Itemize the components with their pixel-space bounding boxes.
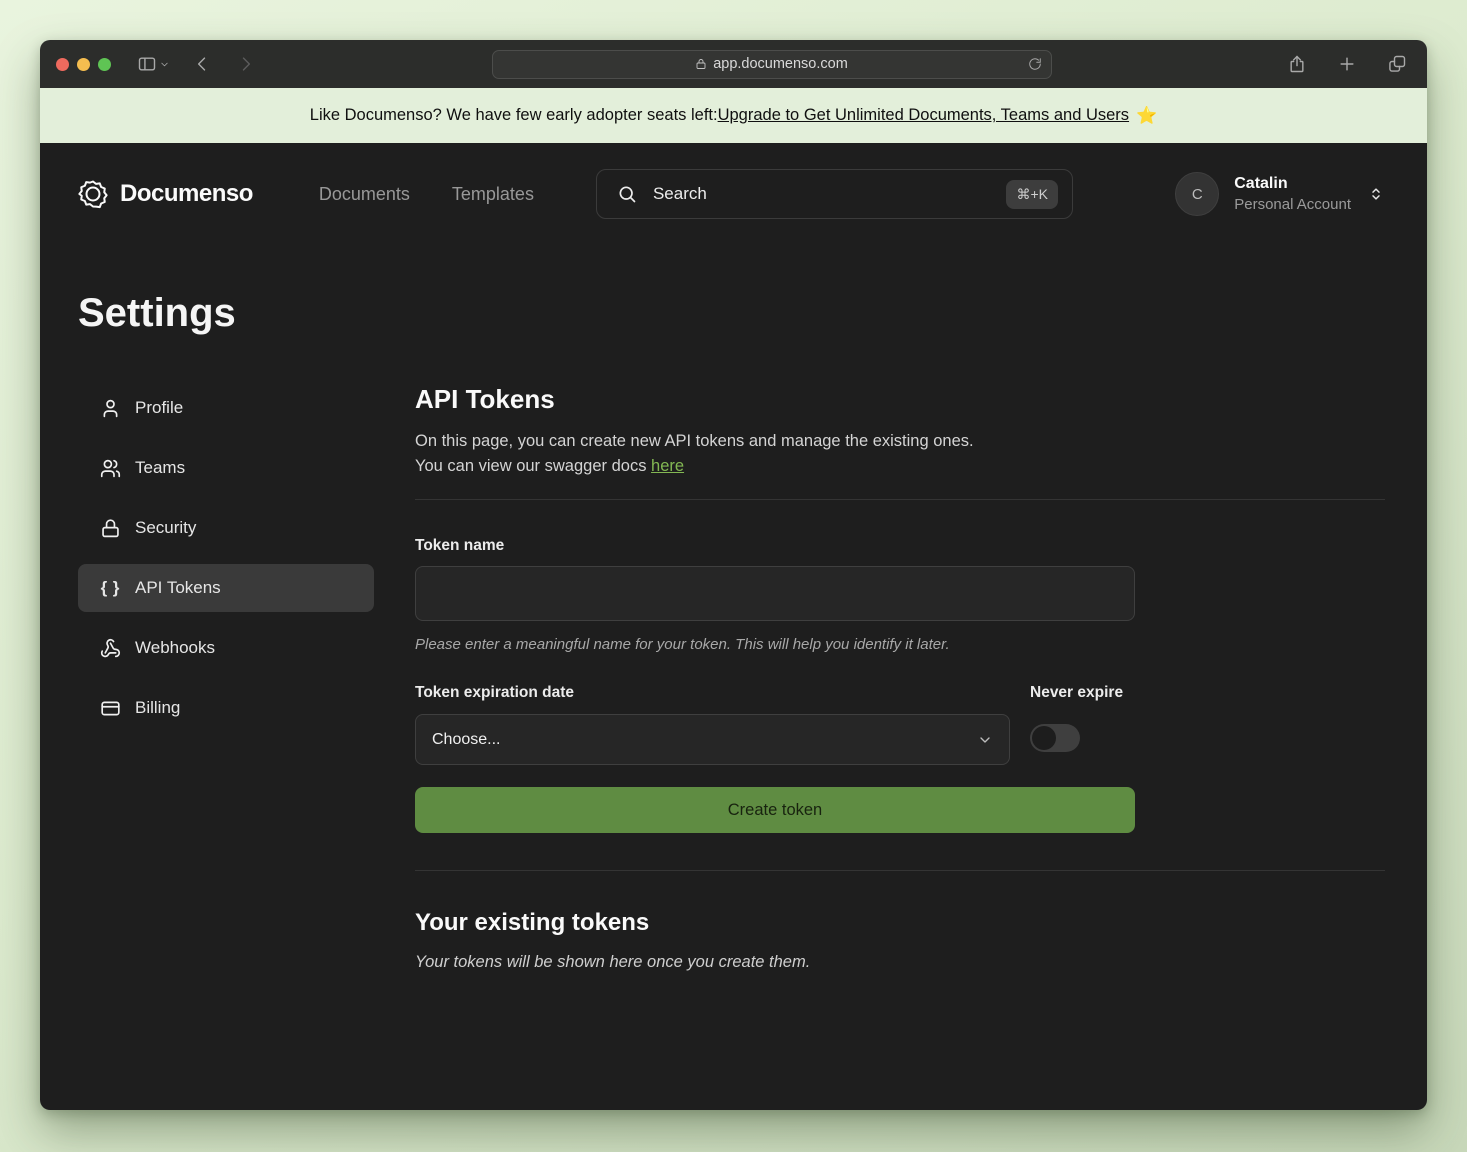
lock-icon: [100, 518, 121, 539]
chevron-down-icon: [977, 732, 993, 748]
sidebar-toggle-icon[interactable]: [133, 50, 174, 78]
token-name-helper: Please enter a meaningful name for your …: [415, 636, 1135, 653]
account-menu[interactable]: C Catalin Personal Account: [1175, 172, 1385, 216]
credit-card-icon: [100, 698, 121, 719]
search-shortcut-badge: ⌘+K: [1006, 180, 1058, 209]
existing-tokens-heading: Your existing tokens: [415, 909, 1385, 937]
token-name-label: Token name: [415, 537, 1135, 555]
tab-overview-icon[interactable]: [1383, 50, 1411, 78]
sidebar-item-label: Webhooks: [135, 638, 215, 658]
swagger-docs-link[interactable]: here: [651, 457, 684, 475]
never-expire-toggle[interactable]: [1030, 724, 1080, 752]
divider: [415, 499, 1385, 500]
search-icon: [617, 184, 637, 204]
webhook-icon: [100, 638, 121, 659]
expiration-select[interactable]: Choose...: [415, 714, 1010, 765]
settings-sidebar: Profile Teams Security { } API Tokens We…: [78, 384, 374, 972]
brand[interactable]: Documenso: [78, 179, 253, 209]
share-icon[interactable]: [1283, 50, 1311, 78]
create-token-button[interactable]: Create token: [415, 787, 1135, 833]
api-tokens-panel: API Tokens On this page, you can create …: [415, 384, 1385, 972]
token-name-input[interactable]: [415, 566, 1135, 621]
browser-toolbar: app.documenso.com: [40, 40, 1427, 88]
new-tab-icon[interactable]: [1333, 50, 1361, 78]
nav-documents[interactable]: Documents: [319, 184, 410, 205]
expiration-selected-value: Choose...: [432, 731, 500, 749]
sidebar-item-label: Billing: [135, 698, 180, 718]
lock-icon: [695, 58, 707, 70]
sidebar-item-billing[interactable]: Billing: [78, 684, 374, 732]
sidebar-item-api-tokens[interactable]: { } API Tokens: [78, 564, 374, 612]
account-name: Catalin: [1234, 174, 1351, 195]
user-icon: [100, 398, 121, 419]
traffic-lights: [56, 58, 111, 71]
promo-banner: Like Documenso? We have few early adopte…: [40, 88, 1427, 143]
sidebar-item-label: Teams: [135, 458, 185, 478]
main-nav: Documents Templates: [319, 184, 534, 205]
never-expire-label: Never expire: [1030, 684, 1135, 702]
close-window-button[interactable]: [56, 58, 69, 71]
panel-heading: API Tokens: [415, 384, 1385, 415]
nav-templates[interactable]: Templates: [452, 184, 534, 205]
banner-text: Like Documenso? We have few early adopte…: [310, 106, 718, 125]
chevrons-up-down-icon: [1367, 185, 1385, 203]
sidebar-item-label: API Tokens: [135, 578, 221, 598]
sidebar-item-teams[interactable]: Teams: [78, 444, 374, 492]
users-icon: [100, 458, 121, 479]
sidebar-item-webhooks[interactable]: Webhooks: [78, 624, 374, 672]
sidebar-item-label: Security: [135, 518, 196, 538]
url-text: app.documenso.com: [713, 56, 848, 72]
page-title: Settings: [78, 291, 1385, 336]
existing-tokens-empty-text: Your tokens will be shown here once you …: [415, 953, 1385, 972]
refresh-icon[interactable]: [1028, 57, 1042, 71]
expiration-label: Token expiration date: [415, 684, 1010, 702]
braces-icon: { }: [100, 578, 121, 598]
description-line2: You can view our swagger docs: [415, 457, 651, 475]
upgrade-link[interactable]: Upgrade to Get Unlimited Documents, Team…: [718, 106, 1129, 125]
panel-description: On this page, you can create new API tok…: [415, 429, 1385, 479]
brand-name: Documenso: [120, 180, 253, 208]
minimize-window-button[interactable]: [77, 58, 90, 71]
app-content: Documenso Documents Templates Search ⌘+K…: [40, 143, 1427, 1110]
sidebar-item-security[interactable]: Security: [78, 504, 374, 552]
back-icon[interactable]: [188, 50, 216, 78]
address-bar[interactable]: app.documenso.com: [492, 50, 1052, 79]
forward-icon: [232, 50, 260, 78]
sidebar-item-profile[interactable]: Profile: [78, 384, 374, 432]
app-header: Documenso Documents Templates Search ⌘+K…: [78, 163, 1385, 225]
divider: [415, 870, 1385, 871]
zoom-window-button[interactable]: [98, 58, 111, 71]
toggle-knob: [1032, 726, 1056, 750]
search-input[interactable]: Search ⌘+K: [596, 169, 1073, 219]
avatar: C: [1175, 172, 1219, 216]
star-icon: ⭐: [1136, 106, 1157, 126]
sidebar-item-label: Profile: [135, 398, 183, 418]
description-line1: On this page, you can create new API tok…: [415, 432, 974, 450]
documenso-logo-icon: [78, 179, 108, 209]
browser-window: app.documenso.com Like Documenso? We hav…: [40, 40, 1427, 1110]
account-type: Personal Account: [1234, 195, 1351, 215]
search-label: Search: [653, 184, 707, 204]
